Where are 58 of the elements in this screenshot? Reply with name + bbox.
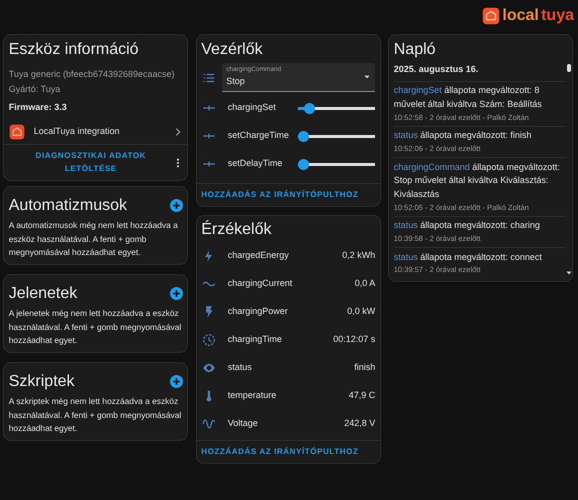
entity-link[interactable]: status [394,252,418,262]
sensor-name: chargedEnergy [228,248,290,262]
sensor-value: 0,2 kWh [342,248,376,262]
log-message: status állapota megváltozott: finish [394,129,532,142]
empty-message: A szkriptek még nem lett hozzáadva a eszköz használatával. A fenti + gomb megnyomásával hozzáadhat egyet. [8,395,182,436]
clock-icon [201,332,218,347]
entity-link[interactable]: status [394,220,418,230]
log-message: chargingSet állapota megváltozott: 8 művelet által kiváltva Szám: Beállítás [394,84,543,112]
manufacturer-text: Gyártó: Tuya [8,83,62,96]
card-title: Eszköz információ [8,40,140,59]
integration-link[interactable]: LocalTuya integration [4,119,188,144]
sensor-value: 0,0 kW [347,304,376,318]
add-to-dashboard-button[interactable]: HOZZÁADÁS AZ IRÁNYÍTÓPULTHOZ [201,189,358,202]
logo-text: local [502,6,539,26]
log-date: 2025. augusztus 16. [394,63,480,76]
logo-icon [482,6,500,24]
card-title: Jelenetek [8,284,78,303]
log-message: chargingCommand állapota megváltozott: Stop művelet által kiváltva Kiválasztás: Kiválasztás [394,160,561,202]
log-message: status állapota megváltozott: charing [394,219,541,232]
sensor-name: chargingTime [228,332,283,346]
slider-label: setDelayTime [228,157,284,170]
card-title: Szkriptek [8,372,75,391]
card-title: Napló [394,40,437,59]
card-title: Vezérlők [201,40,264,59]
sensor-name: Voltage [228,416,259,430]
scroll-down-icon [566,270,572,276]
sensor-name: chargingPower [228,304,289,318]
integration-logo-icon [8,124,25,140]
slider-label: setChargeTime [228,129,290,142]
sine-icon [201,416,218,431]
entity-link[interactable]: chargingSet [394,85,442,96]
add-icon[interactable] [170,198,183,212]
empty-message: A jelenetek még nem lett hozzáadva a eszköz használatával. A fenti + gomb megnyomásával hozzáadhat egyet. [8,307,182,348]
entity-link[interactable]: chargingCommand [394,162,470,172]
card-title: Automatizmusok [8,196,128,215]
sensor-value: 0,0 A [354,276,376,290]
sensor-value: 00:12:07 s [333,332,376,346]
sensor-name: chargingCurrent [228,276,294,290]
scrollbar-thumb[interactable] [567,64,572,72]
add-to-dashboard-button[interactable]: HOZZÁADÁS AZ IRÁNYÍTÓPULTHOZ [201,446,358,458]
sensor-name: status [228,360,253,374]
entity-link[interactable]: status [394,130,418,140]
log-message: status állapota megváltozott: connect [394,250,543,264]
integration-name: LocalTuya integration [34,125,120,138]
add-icon[interactable] [170,286,183,300]
sensor-name: temperature [228,388,278,402]
card-title: Érzékelők [201,220,272,240]
empty-message: A automatizmusok még nem lett hozzáadva a eszköz használatával. A fenti + gomb megnyomásával hozzáadhat egyet. [8,219,179,260]
dropdown-value: Stop [226,75,246,88]
download-diagnostics-button[interactable]: DIAGNOSZTIKAI ADATOK LETÖLTÉSE [8,150,173,176]
slider-label: chargingSet [228,101,277,114]
firmware-text: Firmware: 3.3 [8,101,68,114]
sensor-value: finish [354,360,376,374]
logo-text: tuya [541,6,574,26]
sensor-value: 47,9 C [348,388,376,402]
add-icon[interactable] [170,374,183,388]
device-model: Tuya generic (bfeecb674392689ecaacse) [8,68,176,81]
sensor-value: 242,8 V [344,416,376,430]
